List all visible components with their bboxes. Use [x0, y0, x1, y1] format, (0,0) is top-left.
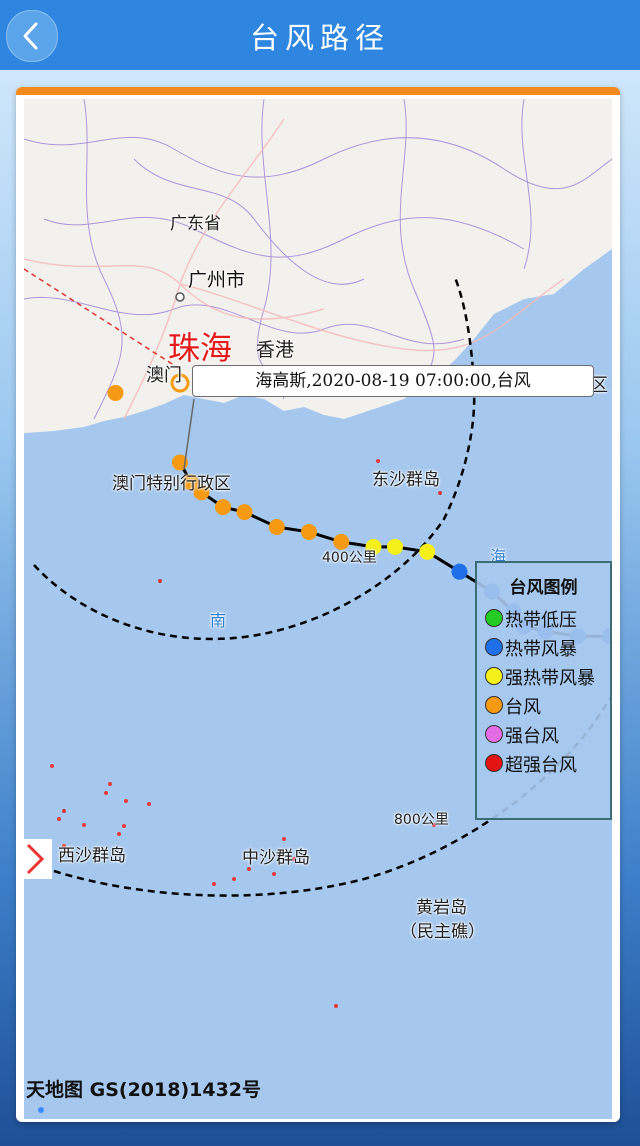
- track-point[interactable]: [387, 538, 403, 555]
- legend-dot: [485, 725, 503, 743]
- pointer-line: [183, 398, 195, 470]
- track-point[interactable]: [451, 563, 468, 580]
- track-point[interactable]: [419, 543, 436, 560]
- label-hongkong: 香港: [256, 339, 295, 361]
- map-attribution: 天地图 GS(2018)1432号: [26, 1079, 262, 1101]
- map-card: 广东省 广州市 珠海 香港 澳门 澳门特别行政区 东沙群岛 400公里 南 海 …: [16, 87, 620, 1122]
- legend-dot: [485, 638, 503, 656]
- city-dot: [175, 292, 185, 302]
- track-point[interactable]: [301, 523, 317, 540]
- app-header: 台风路径: [0, 0, 640, 70]
- label-circle-800: 800公里: [394, 812, 449, 828]
- legend-dot: [485, 667, 503, 685]
- label-macau: 澳门: [146, 365, 182, 386]
- label-nan: 南: [210, 611, 227, 630]
- label-zhongsha: 中沙群岛: [242, 848, 310, 868]
- legend-title: 台风图例: [509, 578, 578, 598]
- legend-dot: [485, 609, 503, 627]
- legend-dot: [485, 696, 503, 714]
- label-guangzhou: 广州市: [188, 269, 246, 291]
- track-point[interactable]: [236, 504, 253, 521]
- label-guangdong: 广东省: [170, 214, 221, 234]
- legend-dot: [485, 754, 503, 772]
- typhoon-tooltip: 海高斯,2020-08-19 07:00:00,台风: [192, 365, 594, 397]
- track-point[interactable]: [215, 499, 231, 516]
- track-point[interactable]: [268, 518, 285, 535]
- label-macau-sar: 澳门特别行政区: [112, 474, 231, 494]
- typhoon-map[interactable]: 广东省 广州市 珠海 香港 澳门 澳门特别行政区 东沙群岛 400公里 南 海 …: [24, 99, 612, 1119]
- islands: [50, 459, 442, 1008]
- label-dongsha: 东沙群岛: [372, 470, 440, 490]
- pager-dot: [38, 1107, 44, 1113]
- label-minzhu: （民主礁）: [400, 922, 485, 942]
- forecast-point[interactable]: [107, 384, 124, 401]
- typhoon-legend: 台风图例 热带低压 热带风暴 强热带风暴 台风 强台风 超强台风: [475, 561, 612, 820]
- page-title: 台风路径: [249, 21, 390, 55]
- label-xisha: 西沙群岛: [58, 846, 126, 866]
- accent-bar: [16, 87, 620, 95]
- label-circle-400: 400公里: [322, 550, 377, 566]
- label-huangyan: 黄岩岛: [416, 898, 467, 918]
